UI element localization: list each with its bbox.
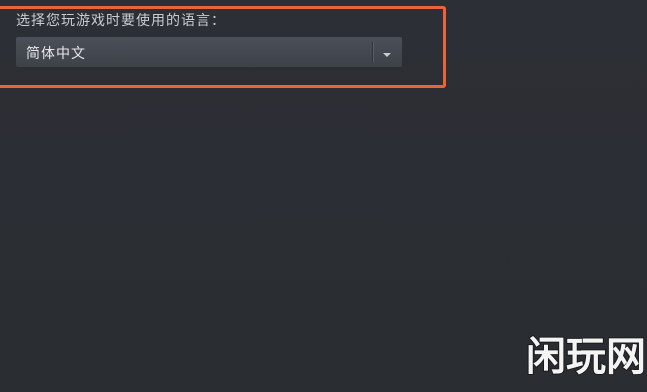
chevron-down-icon[interactable]: [381, 46, 393, 58]
svg-text:闲玩网: 闲玩网: [526, 334, 644, 380]
watermark-logo: 闲玩网: [524, 318, 647, 384]
dropdown-divider: [372, 42, 373, 62]
language-label: 选择您玩游戏时要使用的语言：: [16, 13, 226, 29]
settings-panel: 选择您玩游戏时要使用的语言： 简体中文 闲玩网: [0, 0, 647, 392]
language-dropdown[interactable]: 简体中文: [16, 37, 402, 67]
language-selected-value: 简体中文: [26, 46, 86, 62]
